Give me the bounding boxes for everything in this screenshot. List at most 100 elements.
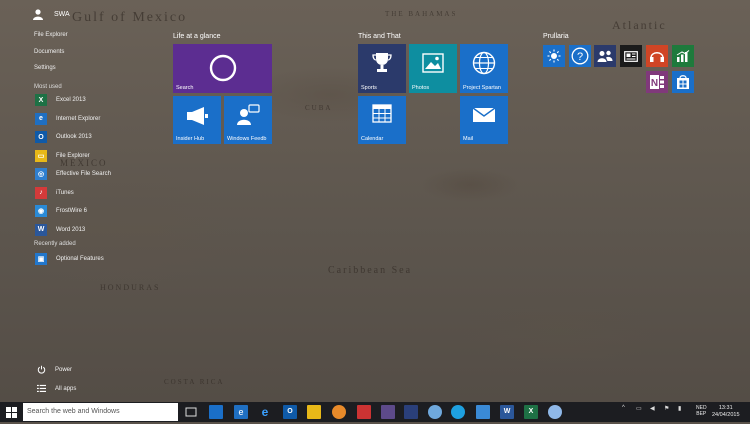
tile-people[interactable] [594,45,616,67]
app-icon: X [35,94,47,106]
taskbar-file-explorer-icon[interactable] [307,405,321,419]
tray-volume-icon[interactable]: ◀ [650,405,655,412]
help-icon: ? [571,47,589,65]
group-life-at-a-glance[interactable]: Life at a glance [173,33,220,40]
tile-get-started[interactable]: ? [569,45,591,67]
app-icon: ▭ [35,149,47,162]
taskbar-search-input[interactable]: Search the web and Windows [23,403,178,421]
tray-chevron-icon[interactable]: ^ [622,405,625,411]
taskbar: Search the web and Windows e e O W X ^ ▭… [0,402,750,422]
tile-insider-hub[interactable]: Insider Hub [173,96,221,144]
start-menu-app-item[interactable]: ▭ File Explorer [35,149,90,162]
all-apps-button[interactable]: All apps [37,384,76,393]
taskbar-app-red-icon[interactable] [357,405,371,419]
user-account[interactable]: SWA [32,8,70,20]
app-icon: W [35,223,47,236]
trophy-icon [372,53,392,72]
tile-music[interactable] [646,45,668,67]
map-label-cuba: CUBA [305,104,333,112]
link-file-explorer[interactable]: File Explorer [34,32,68,38]
tile-photos-label: Photos [412,85,430,91]
tile-mail[interactable]: Mail [460,96,508,144]
start-menu-app-item[interactable]: X Excel 2013 [35,94,86,106]
task-view-icon[interactable] [184,405,198,419]
start-menu-app-item[interactable]: O Outlook 2013 [35,131,92,143]
power-label: Power [55,366,73,373]
group-prullaria[interactable]: Prullaria [543,33,569,40]
app-label: Internet Explorer [56,115,101,122]
headphones-icon [650,52,664,62]
chart-bars-icon [676,50,690,62]
link-settings[interactable]: Settings [34,65,56,71]
start-menu-app-item[interactable]: W Word 2013 [35,223,85,236]
tile-sports-label: Sports [361,85,377,91]
taskbar-outlook-icon[interactable]: O [283,405,297,419]
start-menu-app-item[interactable]: e Internet Explorer [35,112,101,125]
start-menu-app-item[interactable]: ◎ Effective File Search [35,168,111,180]
recently-added-header: Recently added [34,241,76,247]
tile-onenote[interactable]: N [646,71,668,93]
mail-icon [472,107,496,122]
calendar-icon [372,104,392,123]
app-icon: ♪ [35,186,47,199]
user-name: SWA [54,10,70,18]
tile-sports[interactable]: Sports [358,44,406,93]
start-button[interactable] [0,402,22,422]
tile-weather[interactable] [543,45,565,67]
feedback-person-icon [237,104,260,125]
tray-battery-icon[interactable]: ▮ [678,405,681,412]
tile-project-spartan-label: Project Spartan [463,85,501,91]
taskbar-app-blue-icon[interactable] [451,405,465,419]
map-label-costa-rica: COSTA RICA [164,378,225,386]
power-button[interactable]: Power [37,365,72,374]
tile-search[interactable]: Search [173,44,272,93]
tray-flag-icon[interactable]: ⚑ [664,405,669,412]
taskbar-ie-icon[interactable]: e [234,405,248,419]
app-label: Excel 2013 [56,97,86,103]
taskbar-app-paint-icon[interactable] [548,405,562,419]
globe-icon [472,51,496,75]
language-indicator[interactable]: NED BEP [696,405,707,417]
tile-mail-label: Mail [463,136,474,142]
app-label: iTunes [56,189,74,196]
cortana-circle-icon [209,54,237,82]
app-label: File Explorer [56,152,90,159]
start-menu-app-item[interactable]: ♪ iTunes [35,186,74,199]
store-bag-icon [677,75,689,89]
tile-money[interactable] [672,45,694,67]
taskbar-app-globe-icon[interactable] [428,405,442,419]
keyboard-layout: BEP [696,411,707,417]
onenote-icon: N [650,75,664,89]
user-icon [33,9,43,20]
link-documents[interactable]: Documents [34,49,64,55]
tile-insider-hub-label: Insider Hub [176,136,205,142]
start-menu-app-item[interactable]: ◉ FrostWire 6 [35,205,87,217]
tile-store[interactable] [672,71,694,93]
tile-windows-feedback-label: Windows Feedb [227,136,267,142]
map-label-honduras: HONDURAS [100,283,161,292]
app-icon: O [35,131,47,143]
group-this-and-that[interactable]: This and That [358,33,401,40]
sun-icon [547,49,561,63]
taskbar-spartan-icon[interactable]: e [258,405,272,419]
tile-photos[interactable]: Photos [409,44,457,93]
tile-windows-feedback[interactable]: Windows Feedb [224,96,272,144]
clock[interactable]: 13:31 24/04/2015 [712,405,740,419]
tile-project-spartan[interactable]: Project Spartan [460,44,508,93]
app-icon: ◉ [35,205,47,217]
taskbar-app-start-icon[interactable] [209,405,223,419]
tile-news[interactable] [620,45,642,67]
tile-calendar[interactable]: Calendar [358,96,406,144]
taskbar-app-orange-icon[interactable] [332,405,346,419]
taskbar-word-icon[interactable]: W [500,405,514,419]
list-icon [37,384,46,393]
taskbar-app-window-icon[interactable] [476,405,490,419]
taskbar-excel-icon[interactable]: X [524,405,538,419]
tile-calendar-label: Calendar [361,136,384,142]
tray-network-icon[interactable]: ▭ [636,405,642,412]
taskbar-app-purple-icon[interactable] [381,405,395,419]
app-label: Optional Features [56,256,104,262]
taskbar-app-navy-icon[interactable] [404,405,418,419]
map-label-bahamas: THE BAHAMAS [385,10,458,18]
start-menu-app-item[interactable]: ▣ Optional Features [35,253,104,265]
